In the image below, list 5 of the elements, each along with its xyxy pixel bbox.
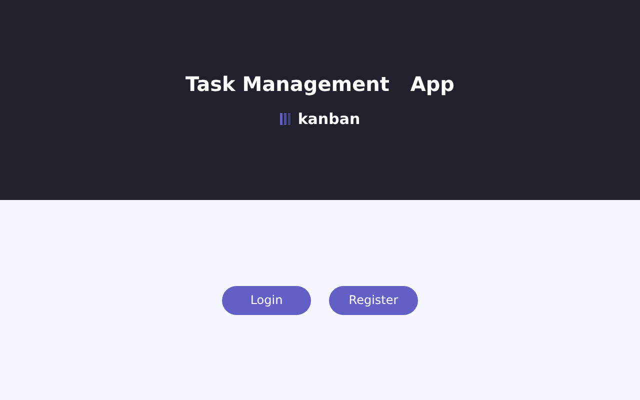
login-button[interactable]: Login [222,286,311,314]
logo-text: kanban [298,110,360,128]
register-button[interactable]: Register [329,286,418,314]
app-title: Task Management App [186,72,454,96]
logo-icon [280,113,291,125]
